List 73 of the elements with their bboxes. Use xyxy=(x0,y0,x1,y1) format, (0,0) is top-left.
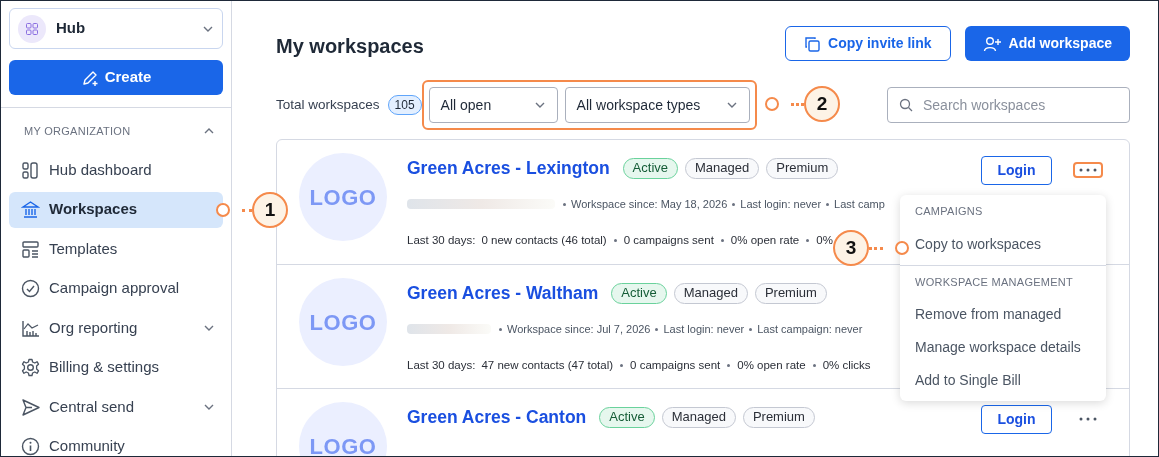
stat-text: 47 new contacts (47 total) xyxy=(481,358,614,373)
meta-text: Workspace since: May 18, 2026 xyxy=(571,196,728,212)
logo-text: LOGO xyxy=(309,183,377,212)
chart-icon xyxy=(21,318,40,338)
menu-item[interactable]: Remove from managed xyxy=(915,298,1062,331)
workspace-name-link[interactable]: Green Acres - Canton xyxy=(407,403,587,431)
sidebar-item[interactable]: Hub dashboard xyxy=(9,152,223,188)
count-badge: 105 xyxy=(387,95,422,115)
meta-text: Last login: never xyxy=(663,321,745,337)
info-icon xyxy=(21,437,40,456)
settings-icon xyxy=(21,358,40,377)
tag-badge: Managed xyxy=(673,282,748,304)
status-badge: Active xyxy=(611,282,667,304)
filter-dropdown[interactable]: All workspace types xyxy=(564,87,750,123)
login-button[interactable]: Login xyxy=(981,155,1052,185)
sidebar-item[interactable]: Central send xyxy=(9,389,223,425)
meta-text: Last campaign: never xyxy=(757,321,863,337)
tag-badge: Premium xyxy=(754,282,827,304)
sidebar-item[interactable]: Billing & settings xyxy=(9,349,223,386)
sidebar-item[interactable]: Workspaces xyxy=(9,191,223,228)
stat-text: 0 new contacts (46 total) xyxy=(481,233,607,248)
check-circle-icon xyxy=(21,279,40,298)
more-button[interactable] xyxy=(1073,162,1103,178)
meta-text: Last login: never xyxy=(740,196,822,212)
tag-badge: Premium xyxy=(742,406,815,428)
tag-badge: Premium xyxy=(766,157,839,179)
search-icon xyxy=(899,98,913,112)
menu-section-heading: WORKSPACE MANAGEMENT xyxy=(915,274,1074,290)
stat-text: 0% xyxy=(816,233,833,248)
stat-text: 0% open rate xyxy=(737,358,806,373)
menu-item[interactable]: Copy to workspaces xyxy=(915,227,1042,261)
stat-text: 0% clicks xyxy=(822,358,871,373)
more-icon xyxy=(1079,168,1097,172)
meta-text: Workspace since: Jul 7, 2026 xyxy=(507,321,651,337)
stat-text: 0 campaigns sent xyxy=(623,233,714,248)
status-badge: Active xyxy=(599,406,655,428)
sidebar-item[interactable]: Community xyxy=(9,428,223,456)
sidebar-item[interactable]: Templates xyxy=(9,231,223,267)
total-label: Total workspaces xyxy=(276,95,380,114)
logo-text: LOGO xyxy=(309,432,377,456)
send-icon xyxy=(21,397,40,417)
tag-badge: Managed xyxy=(661,406,736,428)
more-icon xyxy=(1079,417,1097,421)
meta-text: Last camp xyxy=(834,196,885,212)
logo-text: LOGO xyxy=(309,308,377,337)
workspace-name-link[interactable]: Green Acres - Waltham xyxy=(407,279,599,307)
dashboard-icon xyxy=(21,160,40,180)
sidebar-item[interactable]: Org reporting xyxy=(9,310,223,346)
menu-section-heading: CAMPAIGNS xyxy=(915,204,983,219)
search-field[interactable]: Search workspaces xyxy=(887,87,1130,123)
copy-icon xyxy=(804,35,821,52)
person-plus-icon xyxy=(982,34,1001,53)
stats-label: Last 30 days: xyxy=(407,358,476,373)
stats-label: Last 30 days: xyxy=(407,233,476,248)
filter-dropdown[interactable]: All open xyxy=(428,87,558,123)
create-button[interactable]: Create xyxy=(9,60,223,95)
workspace-name-link[interactable]: Green Acres - Lexington xyxy=(407,154,610,182)
section-header[interactable]: MY ORGANIZATION xyxy=(9,123,223,139)
bank-icon xyxy=(21,200,40,219)
status-badge: Active xyxy=(622,157,678,179)
grid-icon xyxy=(26,22,38,35)
copy-link-button[interactable]: Copy invite link xyxy=(785,26,951,61)
menu-item[interactable]: Manage workspace details xyxy=(915,331,1081,364)
add-workspace-button[interactable]: Add workspace xyxy=(964,26,1130,61)
sidebar-item[interactable]: Campaign approval xyxy=(9,270,223,307)
stat-text: 0 campaigns sent xyxy=(630,358,721,373)
page-title: My workspaces xyxy=(276,33,424,59)
tag-badge: Managed xyxy=(685,157,760,179)
workspace-switcher[interactable]: Hub xyxy=(9,8,223,49)
stat-text: 0% open rate xyxy=(730,233,800,248)
menu-item[interactable]: Add to Single Bill xyxy=(915,364,1021,397)
login-button[interactable]: Login xyxy=(981,404,1052,434)
templates-icon xyxy=(21,239,40,259)
